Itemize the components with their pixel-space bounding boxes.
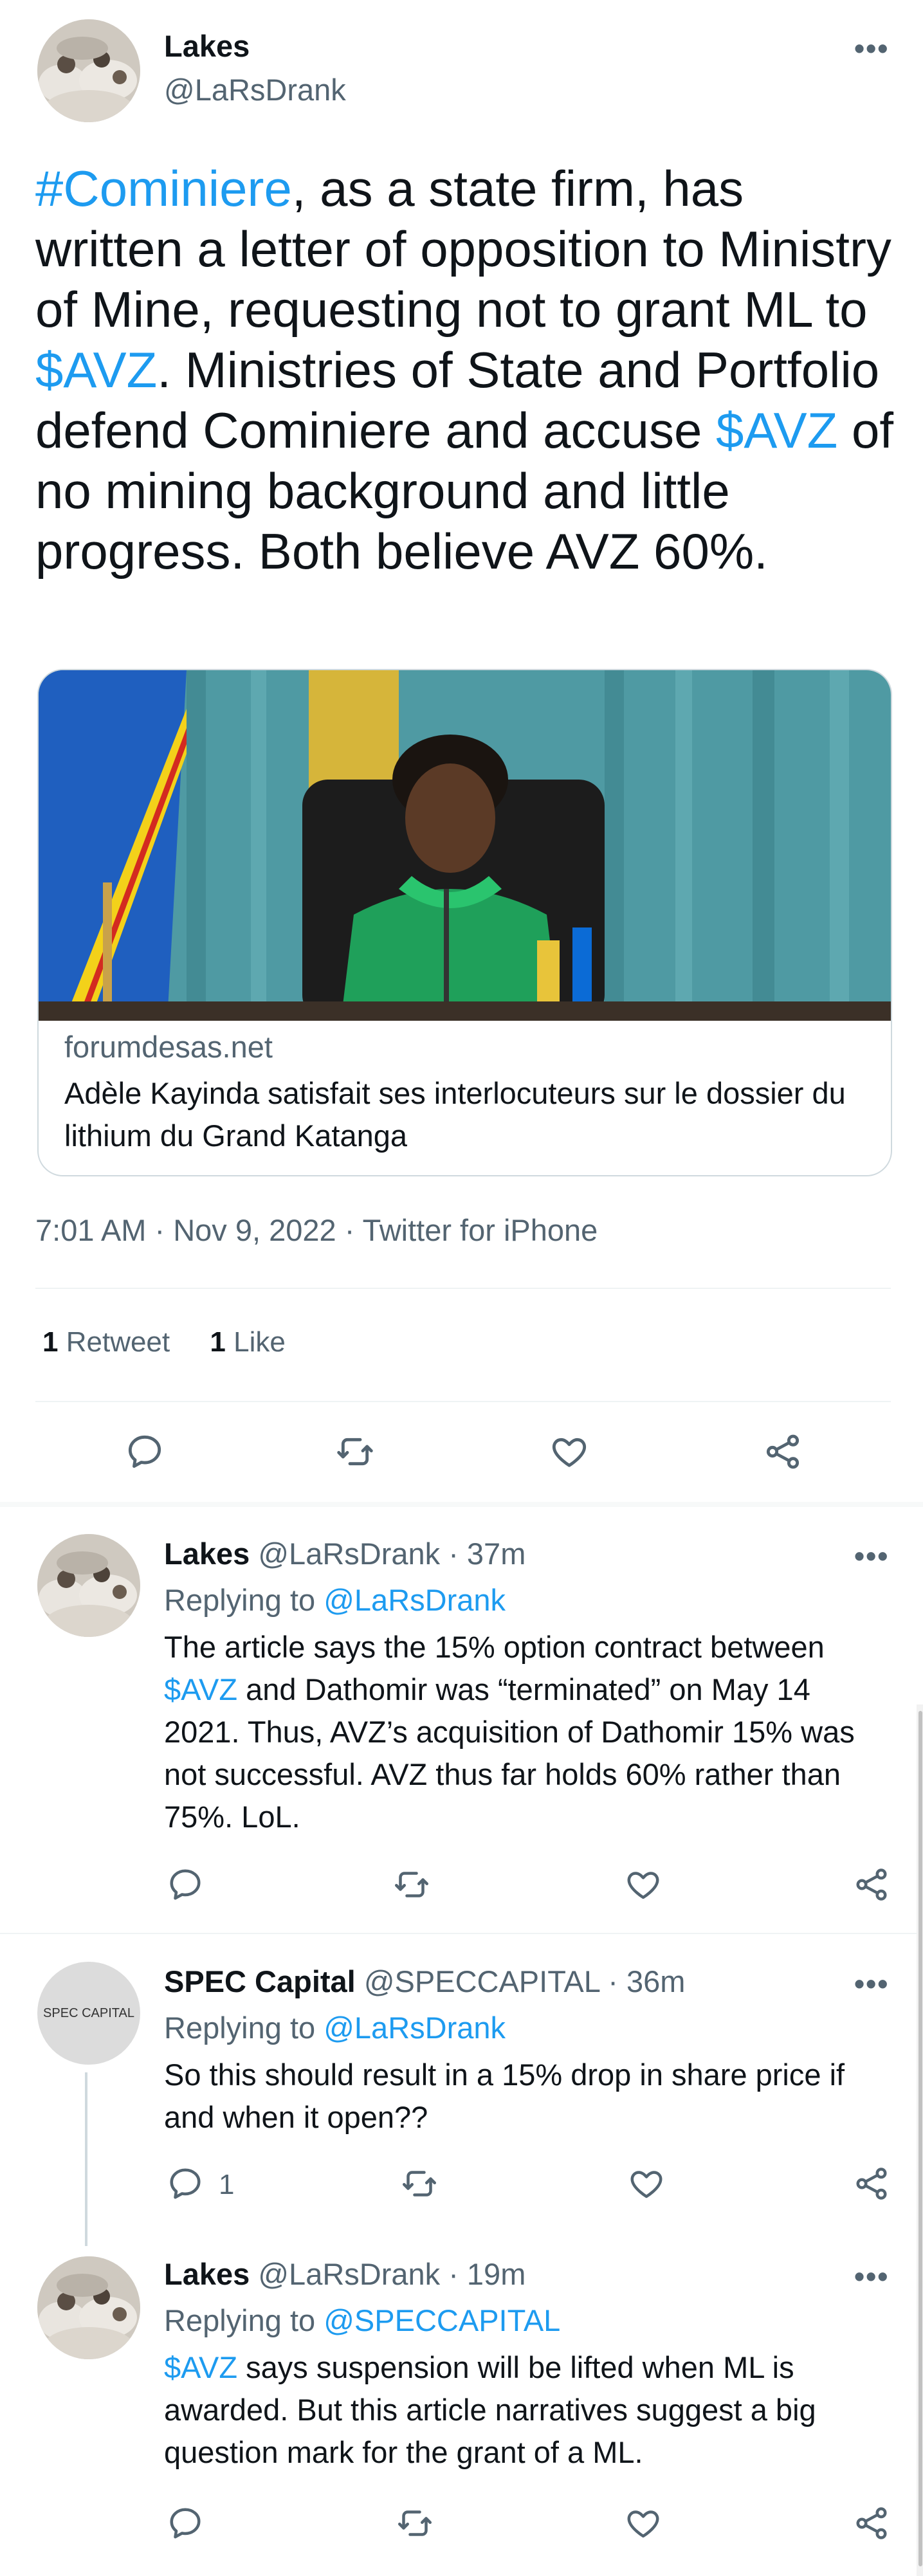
avatar-text: SPEC CAPITAL [43, 2005, 134, 2020]
more-options-icon[interactable]: ••• [854, 2261, 889, 2291]
replying-to-link[interactable]: @LaRsDrank [324, 1583, 506, 1617]
share-icon[interactable] [852, 2504, 891, 2543]
likes-stat[interactable]: 1 Like [210, 1326, 285, 1358]
author-avatar[interactable] [37, 19, 140, 122]
share-icon[interactable] [762, 1431, 803, 1472]
divider [0, 1933, 917, 1934]
reply-header: Lakes @LaRsDrank · 19m [164, 2256, 525, 2292]
more-options-icon[interactable]: ••• [854, 1541, 889, 1571]
reply-icon[interactable] [124, 1431, 165, 1472]
reply-icon[interactable] [166, 2164, 205, 2203]
reply-text: The article says the 15% option contract… [164, 1630, 855, 1834]
replying-to-link[interactable]: @LaRsDrank [324, 2011, 506, 2045]
author-handle[interactable]: @LaRsDrank [164, 72, 346, 107]
reply-header: Lakes @LaRsDrank · 37m [164, 1536, 525, 1571]
share-icon[interactable] [852, 2164, 891, 2203]
cashtag-link[interactable]: $AVZ [35, 342, 157, 398]
card-title: Adèle Kayinda satisfait ses interlocuteu… [64, 1076, 846, 1153]
tweet-timestamp[interactable]: 7:01 AM · Nov 9, 2022 · Twitter for iPho… [35, 1212, 598, 1248]
divider [35, 1288, 891, 1289]
replying-to-link[interactable]: @SPECCAPITAL [324, 2303, 560, 2337]
like-icon[interactable] [549, 1431, 590, 1472]
hashtag-link[interactable]: #Cominiere [35, 160, 292, 217]
author-name[interactable]: Lakes [164, 28, 250, 64]
reply-header: SPEC Capital @SPECCAPITAL · 36m [164, 1964, 685, 1999]
link-card[interactable]: forumdesas.net Adèle Kayinda satisfait s… [37, 669, 892, 1176]
reply-avatar[interactable]: SPEC CAPITAL [37, 1962, 140, 2065]
reply-author-handle[interactable]: @SPECCAPITAL · 36m [364, 1964, 686, 1998]
tweet-text: #Cominiere, as a state firm, has written… [35, 160, 894, 580]
like-icon[interactable] [624, 2504, 663, 2543]
retweet-icon[interactable] [392, 1865, 431, 1904]
reply-icon[interactable] [166, 2504, 205, 2543]
reply-author-name[interactable]: SPEC Capital [164, 1964, 356, 1998]
replying-to: Replying to @SPECCAPITAL [164, 2303, 561, 2337]
replying-to: Replying to @LaRsDrank [164, 1583, 506, 1617]
reply-author-name[interactable]: Lakes [164, 1537, 250, 1571]
like-icon[interactable] [627, 2164, 666, 2203]
reply-count: 1 [219, 2169, 235, 2200]
retweet-icon[interactable] [400, 2164, 439, 2203]
reply-icon[interactable] [166, 1865, 205, 1904]
reply-avatar[interactable] [37, 1534, 140, 1637]
reply-author-handle[interactable]: @LaRsDrank · 19m [258, 2257, 525, 2291]
card-image [39, 670, 891, 1021]
divider [35, 1401, 891, 1402]
thread-line [85, 2072, 87, 2246]
cashtag-link[interactable]: $AVZ [716, 402, 837, 459]
reply-author-name[interactable]: Lakes [164, 2257, 250, 2291]
more-options-icon[interactable]: ••• [854, 33, 889, 63]
reply-author-handle[interactable]: @LaRsDrank · 37m [258, 1537, 525, 1571]
divider [0, 1502, 923, 1507]
reply-text: So this should result in a 15% drop in s… [164, 2058, 845, 2134]
reply-avatar[interactable] [37, 2256, 140, 2359]
engagement-stats: 1 Retweet 1 Like [42, 1326, 286, 1358]
cashtag-link[interactable]: $AVZ [164, 1672, 237, 1706]
retweet-icon[interactable] [396, 2504, 434, 2543]
like-icon[interactable] [624, 1865, 663, 1904]
card-domain: forumdesas.net [64, 1030, 273, 1064]
reply-text: $AVZ says suspension will be lifted when… [164, 2350, 816, 2469]
share-icon[interactable] [852, 1865, 891, 1904]
retweets-stat[interactable]: 1 Retweet [42, 1326, 170, 1358]
replying-to: Replying to @LaRsDrank [164, 2011, 506, 2045]
cashtag-link[interactable]: $AVZ [164, 2350, 237, 2384]
more-options-icon[interactable]: ••• [854, 1969, 889, 1998]
scrollbar-thumb[interactable] [918, 1711, 922, 2566]
retweet-icon[interactable] [334, 1431, 376, 1472]
